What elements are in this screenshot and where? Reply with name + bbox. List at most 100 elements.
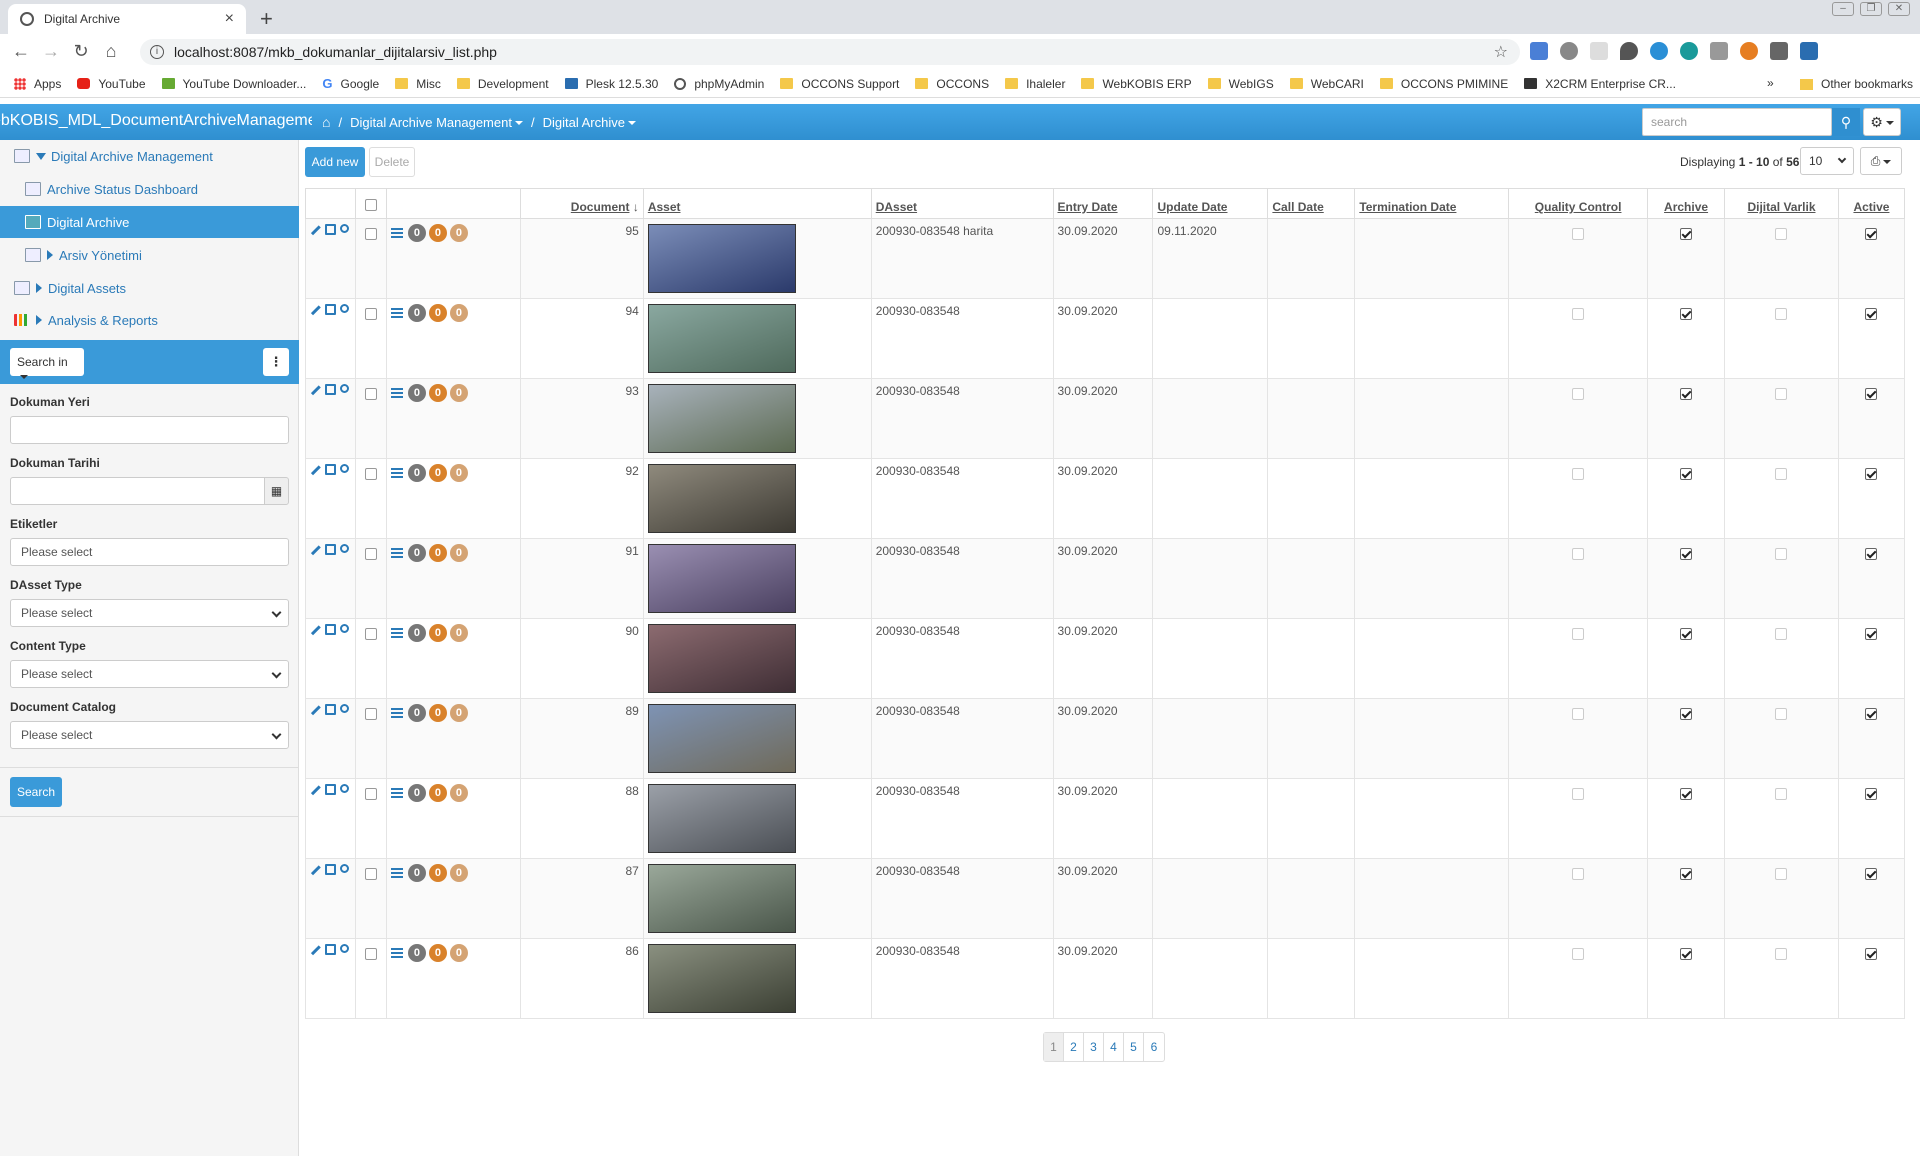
view-icon[interactable] bbox=[340, 464, 349, 473]
view-icon[interactable] bbox=[340, 384, 349, 393]
list-icon[interactable] bbox=[390, 948, 403, 958]
copy-icon[interactable] bbox=[325, 464, 336, 475]
bookmark-google[interactable]: G Google bbox=[322, 76, 379, 91]
dasset-type-select[interactable]: Please select bbox=[10, 599, 289, 627]
row-checkbox[interactable] bbox=[364, 948, 377, 960]
app-brand[interactable]: ebKOBIS_MDL_DocumentArchiveManagement bbox=[0, 112, 312, 130]
header-active[interactable]: Active bbox=[1837, 188, 1906, 219]
copy-icon[interactable] bbox=[325, 224, 336, 235]
table-row[interactable]: 0 0 0 95 200930-083548 harita 30.09.2020… bbox=[305, 218, 1906, 299]
edit-icon[interactable] bbox=[310, 704, 321, 716]
breadcrumb-item-digital-archive[interactable]: Digital Archive bbox=[543, 115, 636, 130]
home-icon[interactable]: ⌂ bbox=[322, 114, 330, 130]
edit-icon[interactable] bbox=[310, 624, 321, 636]
count-badge[interactable]: 0 bbox=[449, 944, 468, 962]
header-archive[interactable]: Archive bbox=[1647, 188, 1726, 219]
table-row[interactable]: 0 0 0 93 200930-083548 30.09.2020 bbox=[305, 378, 1906, 459]
bookmarks-more-button[interactable]: » bbox=[1767, 76, 1774, 90]
translate-icon[interactable] bbox=[1530, 42, 1548, 60]
edit-icon[interactable] bbox=[310, 864, 321, 876]
bookmark-development[interactable]: Development bbox=[456, 77, 549, 91]
header-entry-date[interactable]: Entry Date bbox=[1052, 188, 1154, 219]
infinity-icon[interactable] bbox=[1650, 42, 1668, 60]
count-badge[interactable]: 0 bbox=[428, 864, 447, 882]
row-checkbox[interactable] bbox=[364, 548, 377, 560]
page-link[interactable]: 2 bbox=[1064, 1033, 1084, 1061]
home-icon[interactable]: ⌂ bbox=[96, 41, 126, 62]
table-row[interactable]: 0 0 0 91 200930-083548 30.09.2020 bbox=[305, 538, 1906, 619]
bookmark-misc[interactable]: Misc bbox=[395, 77, 441, 91]
page-link[interactable]: 3 bbox=[1084, 1033, 1104, 1061]
table-row[interactable]: 0 0 0 87 200930-083548 30.09.2020 bbox=[305, 858, 1906, 939]
view-icon[interactable] bbox=[340, 784, 349, 793]
count-badge[interactable]: 0 bbox=[449, 784, 468, 802]
view-icon[interactable] bbox=[340, 544, 349, 553]
page-size-select[interactable]: 10 bbox=[1800, 147, 1854, 175]
count-badge[interactable]: 0 bbox=[449, 224, 468, 242]
etiketler-select[interactable]: Please select bbox=[10, 538, 289, 566]
bookmark-youtube[interactable]: YouTube bbox=[77, 77, 146, 91]
copy-icon[interactable] bbox=[325, 304, 336, 315]
count-badge[interactable]: 0 bbox=[428, 944, 447, 962]
document-catalog-select[interactable]: Please select bbox=[10, 721, 289, 749]
asset-thumbnail[interactable] bbox=[647, 704, 796, 773]
count-badge[interactable]: 0 bbox=[428, 464, 447, 482]
cast-icon[interactable] bbox=[1800, 42, 1818, 60]
count-badge[interactable]: 0 bbox=[449, 864, 468, 882]
bookmark-youtube-downloader[interactable]: YouTube Downloader... bbox=[161, 77, 306, 91]
copy-icon[interactable] bbox=[325, 704, 336, 715]
count-badge[interactable]: 0 bbox=[407, 464, 426, 482]
page-link[interactable]: 5 bbox=[1124, 1033, 1144, 1061]
ext-calendar-icon[interactable] bbox=[1710, 42, 1728, 60]
search-button[interactable]: Search bbox=[10, 777, 62, 807]
bookmark-apps[interactable]: Apps bbox=[14, 77, 61, 91]
count-badge[interactable]: 0 bbox=[449, 464, 468, 482]
header-call-date[interactable]: Call Date bbox=[1267, 188, 1356, 219]
bookmark-webcari[interactable]: WebCARI bbox=[1289, 77, 1364, 91]
copy-icon[interactable] bbox=[325, 384, 336, 395]
back-icon[interactable]: ← bbox=[6, 41, 36, 62]
asset-thumbnail[interactable] bbox=[647, 224, 796, 293]
header-termination-date[interactable]: Termination Date bbox=[1354, 188, 1510, 219]
view-icon[interactable] bbox=[340, 224, 349, 233]
count-badge[interactable]: 0 bbox=[407, 544, 426, 562]
bookmark-occons-pmimine[interactable]: OCCONS PMIMINE bbox=[1379, 77, 1508, 91]
copy-icon[interactable] bbox=[325, 864, 336, 875]
row-checkbox[interactable] bbox=[364, 228, 377, 240]
list-icon[interactable] bbox=[390, 468, 403, 478]
count-badge[interactable]: 0 bbox=[407, 384, 426, 402]
count-badge[interactable]: 0 bbox=[428, 304, 447, 322]
page-link[interactable]: 6 bbox=[1144, 1033, 1164, 1061]
close-window-button[interactable]: ✕ bbox=[1888, 2, 1910, 16]
count-badge[interactable]: 0 bbox=[449, 704, 468, 722]
count-badge[interactable]: 0 bbox=[407, 864, 426, 882]
asset-thumbnail[interactable] bbox=[647, 544, 796, 613]
bookmark-plesk[interactable]: Plesk 12.5.30 bbox=[564, 77, 658, 91]
url-bar[interactable]: i localhost:8087/mkb_dokumanlar_dijitala… bbox=[140, 39, 1520, 65]
calendar-icon[interactable]: ▦ bbox=[264, 477, 289, 505]
header-document[interactable]: Document ↓ bbox=[519, 188, 644, 219]
view-icon[interactable] bbox=[340, 864, 349, 873]
table-row[interactable]: 0 0 0 89 200930-083548 30.09.2020 bbox=[305, 698, 1906, 779]
content-type-select[interactable]: Please select bbox=[10, 660, 289, 688]
browser-tab[interactable]: Digital Archive × bbox=[8, 4, 246, 34]
table-row[interactable]: 0 0 0 86 200930-083548 30.09.2020 bbox=[305, 938, 1906, 1019]
list-icon[interactable] bbox=[390, 388, 403, 398]
forward-icon[interactable]: → bbox=[36, 41, 66, 62]
edit-icon[interactable] bbox=[310, 224, 321, 236]
close-icon[interactable]: × bbox=[225, 10, 234, 28]
table-row[interactable]: 0 0 0 88 200930-083548 30.09.2020 bbox=[305, 778, 1906, 859]
bookmark-webkobis-erp[interactable]: WebKOBIS ERP bbox=[1081, 77, 1192, 91]
sidebar-item-arsiv-yonetimi[interactable]: Arsiv Yönetimi bbox=[0, 239, 299, 271]
copy-icon[interactable] bbox=[325, 624, 336, 635]
page-link[interactable]: 1 bbox=[1044, 1033, 1064, 1061]
select-all-checkbox[interactable] bbox=[364, 199, 377, 211]
list-icon[interactable] bbox=[390, 548, 403, 558]
header-dasset[interactable]: DAsset bbox=[870, 188, 1054, 219]
view-icon[interactable] bbox=[340, 624, 349, 633]
asset-thumbnail[interactable] bbox=[647, 784, 796, 853]
row-checkbox[interactable] bbox=[364, 388, 377, 400]
row-checkbox[interactable] bbox=[364, 628, 377, 640]
count-badge[interactable]: 0 bbox=[407, 784, 426, 802]
count-badge[interactable]: 0 bbox=[428, 384, 447, 402]
